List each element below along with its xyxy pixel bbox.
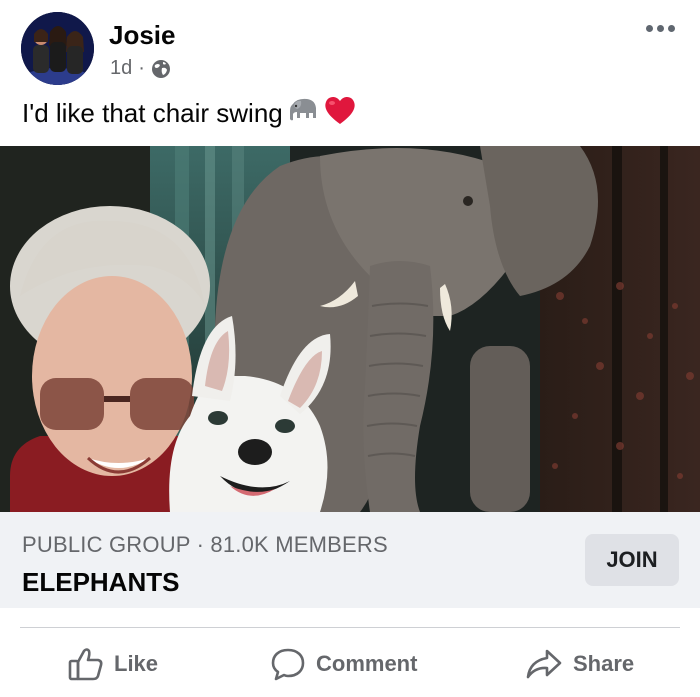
comment-button[interactable]: Comment [270, 636, 417, 692]
thumbs-up-icon [68, 647, 104, 681]
ellipsis-dot [667, 24, 675, 32]
post-text-content: I'd like that chair swing [22, 98, 283, 128]
ellipsis-dot [656, 24, 664, 32]
group-name[interactable]: ELEPHANTS [22, 567, 179, 598]
author-avatar[interactable] [21, 12, 94, 85]
post-time[interactable]: 1d [110, 57, 132, 80]
meta-separator: · [138, 57, 145, 79]
group-cover-image[interactable] [0, 146, 700, 512]
more-options-button[interactable] [640, 14, 680, 42]
like-button[interactable]: Like [68, 636, 158, 692]
elephant-emoji-icon [287, 96, 319, 131]
post-header: Josie 1d · [0, 0, 700, 92]
red-heart-emoji-icon [323, 94, 357, 133]
comment-label: Comment [316, 651, 418, 676]
comment-bubble-icon [270, 647, 306, 681]
share-arrow-icon [525, 647, 563, 681]
group-meta: PUBLIC GROUP · 81.0K MEMBERS [22, 532, 388, 557]
like-label: Like [114, 651, 159, 676]
post-actions: Like Comment Share [0, 636, 700, 692]
post-text: I'd like that chair swing [22, 94, 357, 133]
globe-icon [151, 59, 171, 79]
ellipsis-icon [645, 24, 653, 32]
author-name[interactable]: Josie [109, 20, 176, 51]
divider [20, 627, 680, 628]
share-button[interactable]: Share [525, 636, 634, 692]
join-group-button[interactable]: JOIN [585, 534, 679, 586]
share-label: Share [573, 651, 635, 676]
post-meta: 1d · [110, 57, 171, 80]
